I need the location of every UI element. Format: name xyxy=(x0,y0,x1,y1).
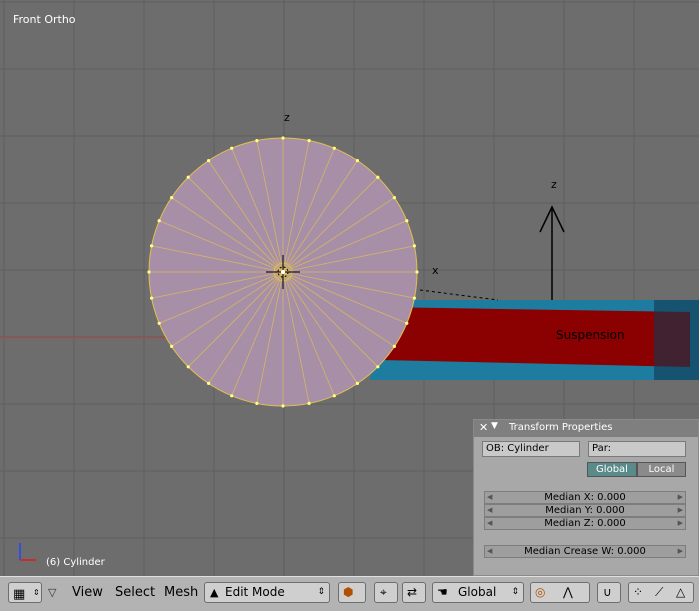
mesh-vertex xyxy=(415,270,419,274)
suspension-end xyxy=(654,300,699,380)
median-z-field[interactable]: ◀ Median Z: 0.000 ▶ xyxy=(484,517,686,530)
dashed-guide xyxy=(419,289,499,301)
suspension-red-part xyxy=(380,307,690,367)
mesh-vertex xyxy=(150,296,154,300)
mesh-vertex xyxy=(376,365,380,369)
mesh-vertex xyxy=(412,296,416,300)
mesh-vertex xyxy=(230,146,234,150)
mesh-vertex xyxy=(355,381,359,385)
mesh-vertex xyxy=(255,401,259,405)
menu-view[interactable]: View xyxy=(72,585,103,600)
mesh-vertex xyxy=(157,219,161,223)
magnet-icon: ∪ xyxy=(603,585,612,599)
mesh-vertex xyxy=(281,136,285,140)
median-crease-field[interactable]: ◀ Median Crease W: 0.000 ▶ xyxy=(484,545,686,558)
proportional-edit-group[interactable]: ◎ ⋀ xyxy=(530,582,590,603)
panel-header: ✕ ▼ Transform Properties xyxy=(474,420,698,437)
falloff-icon: ⋀ xyxy=(563,585,573,599)
mesh-vertex xyxy=(405,321,409,325)
mesh-vertex xyxy=(186,175,190,179)
mesh-vertex xyxy=(332,394,336,398)
widget-icon: ⇄ xyxy=(407,585,418,599)
object-text: Suspension xyxy=(556,328,625,342)
menu-mesh[interactable]: Mesh xyxy=(164,585,198,600)
face-select-icon[interactable]: △ xyxy=(676,583,685,602)
mesh-vertex xyxy=(150,244,154,248)
median-x-field[interactable]: ◀ Median X: 0.000 ▶ xyxy=(484,491,686,504)
mesh-vertex xyxy=(392,196,396,200)
mesh-vertex xyxy=(281,404,285,408)
z-label-arrow: z xyxy=(551,178,557,191)
solid-shading-icon: ⬢ xyxy=(343,585,354,599)
3d-viewport[interactable]: Front Ortho z z x Suspension (6) Cylinde… xyxy=(0,0,699,576)
crosshair-icon: ⌖ xyxy=(380,585,387,599)
updown-icon: ⇕ xyxy=(511,587,519,597)
mesh-vertex xyxy=(207,381,211,385)
view-label: Front Ortho xyxy=(13,13,76,26)
median-y-field[interactable]: ◀ Median Y: 0.000 ▶ xyxy=(484,504,686,517)
mesh-vertex xyxy=(170,344,174,348)
edge-select-icon[interactable]: ⟋ xyxy=(655,583,663,602)
proportional-icon: ◎ xyxy=(535,585,546,599)
mesh-vertex xyxy=(147,270,151,274)
mesh-vertex xyxy=(307,139,311,143)
mesh-vertex xyxy=(405,219,409,223)
mesh-vertex xyxy=(207,159,211,163)
close-icon[interactable]: ✕ xyxy=(479,421,488,434)
transform-properties-panel: ✕ ▼ Transform Properties OB: Cylinder Pa… xyxy=(473,419,699,576)
mesh-vertex xyxy=(230,394,234,398)
mesh-vertex xyxy=(186,365,190,369)
hand-icon: ☚ xyxy=(437,585,448,599)
panel-title: Transform Properties xyxy=(509,422,613,433)
snap-toggle[interactable]: ∪ xyxy=(597,582,621,603)
grid-icon: ▦ xyxy=(13,587,26,602)
global-toggle[interactable]: Global xyxy=(587,462,637,477)
mesh-vertex xyxy=(412,244,416,248)
updown-icon: ⇕ xyxy=(33,588,40,597)
viewport-header: ▦ ⇕ ▽ View Select Mesh ▲ Edit Mode ⇕ ⬢ ⌖… xyxy=(0,576,699,611)
mesh-vertex xyxy=(392,344,396,348)
z-label-cylinder: z xyxy=(284,111,290,124)
mode-select[interactable]: ▲ Edit Mode ⇕ xyxy=(204,582,330,603)
mesh-mode-icon: ▲ xyxy=(210,586,219,599)
mesh-vertex xyxy=(376,175,380,179)
draw-type-select[interactable]: ⬢ xyxy=(338,582,366,603)
pivot-select[interactable]: ⌖ xyxy=(374,582,398,603)
object-name-field[interactable]: OB: Cylinder xyxy=(482,441,580,457)
editor-type-button[interactable]: ▦ ⇕ xyxy=(8,582,42,603)
object-label: (6) Cylinder xyxy=(46,557,105,568)
vertex-select-icon[interactable]: ⁘ xyxy=(633,583,643,602)
local-toggle[interactable]: Local xyxy=(637,462,686,477)
select-mode-group[interactable]: ⁘ ⟋ △ xyxy=(628,582,694,603)
cursor-center xyxy=(281,270,285,274)
x-label: x xyxy=(432,264,439,277)
parent-field[interactable]: Par: xyxy=(588,441,686,457)
mesh-vertex xyxy=(157,321,161,325)
mesh-vertex xyxy=(307,401,311,405)
mesh-vertex xyxy=(170,196,174,200)
orientation-select[interactable]: ☚ Global ⇕ xyxy=(432,582,524,603)
mesh-vertex xyxy=(332,146,336,150)
menu-select[interactable]: Select xyxy=(115,585,155,600)
transform-widget-toggle[interactable]: ⇄ xyxy=(402,582,426,603)
updown-icon: ⇕ xyxy=(317,587,325,597)
mesh-vertex xyxy=(355,159,359,163)
mesh-vertex xyxy=(255,139,259,143)
collapse-icon[interactable]: ▼ xyxy=(491,421,498,431)
menu-collapse-icon[interactable]: ▽ xyxy=(48,586,56,599)
